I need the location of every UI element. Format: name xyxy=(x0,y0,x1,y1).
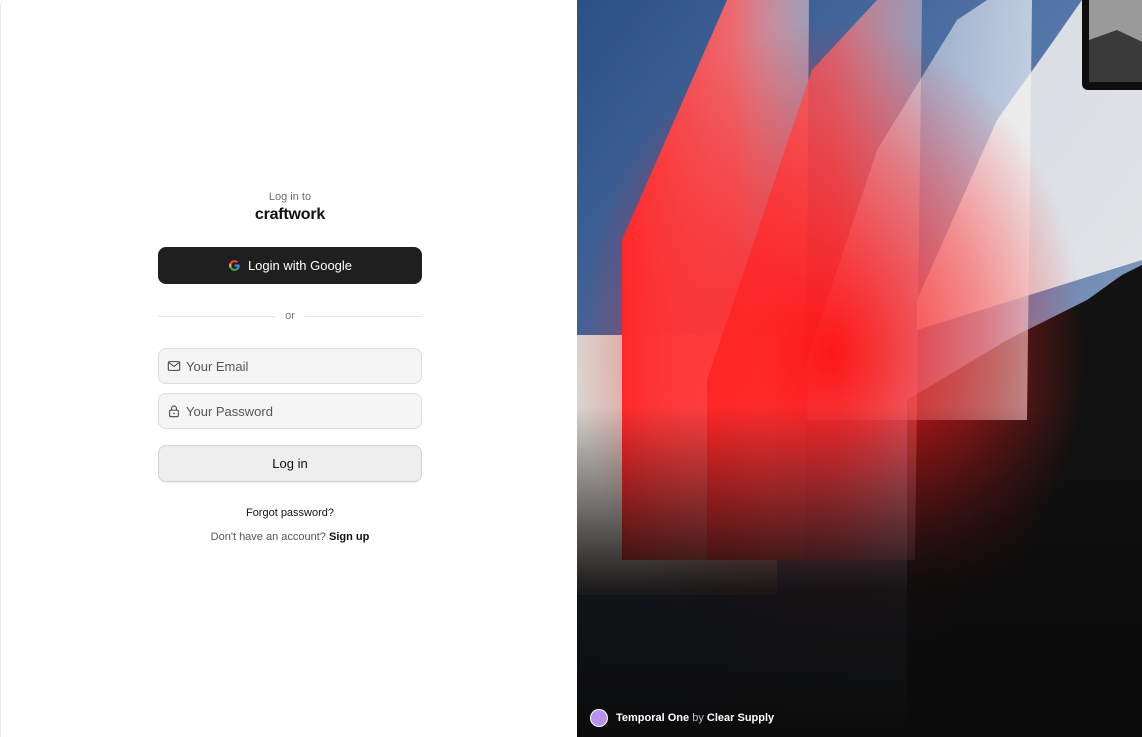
credit-by: by xyxy=(692,712,704,724)
login-submit-button[interactable]: Log in xyxy=(158,445,422,482)
signup-link[interactable]: Sign up xyxy=(329,531,369,543)
artwork-panel: Temporal One by Clear Supply xyxy=(577,0,1142,737)
login-panel: Log in to craftwork Login with Google or xyxy=(0,0,577,737)
password-input[interactable] xyxy=(186,394,421,428)
login-page: Log in to craftwork Login with Google or xyxy=(0,0,1142,737)
password-field[interactable] xyxy=(158,393,422,429)
author-avatar xyxy=(590,709,608,727)
divider-line-left xyxy=(158,315,276,317)
login-eyebrow: Log in to xyxy=(268,191,312,203)
email-input[interactable] xyxy=(186,349,421,383)
google-login-label: Login with Google xyxy=(247,258,353,273)
artwork-author: Clear Supply xyxy=(706,712,775,724)
artwork-title: Temporal One xyxy=(616,712,690,724)
signup-row: Don't have an account? Sign up xyxy=(158,531,422,543)
forgot-password-link[interactable]: Forgot password? xyxy=(158,507,422,519)
signup-prompt: Don't have an account? xyxy=(210,531,326,543)
mail-icon xyxy=(167,359,181,373)
divider-label: or xyxy=(285,310,295,322)
artwork-image xyxy=(577,0,1142,737)
google-icon xyxy=(229,260,240,271)
brand-logo: craftwork xyxy=(254,206,326,223)
divider-line-right xyxy=(304,315,422,317)
artwork-credit[interactable]: Temporal One by Clear Supply xyxy=(590,709,774,727)
or-divider: or xyxy=(158,309,422,323)
google-login-button[interactable]: Login with Google xyxy=(158,247,422,284)
email-field[interactable] xyxy=(158,348,422,384)
lock-icon xyxy=(167,404,181,418)
